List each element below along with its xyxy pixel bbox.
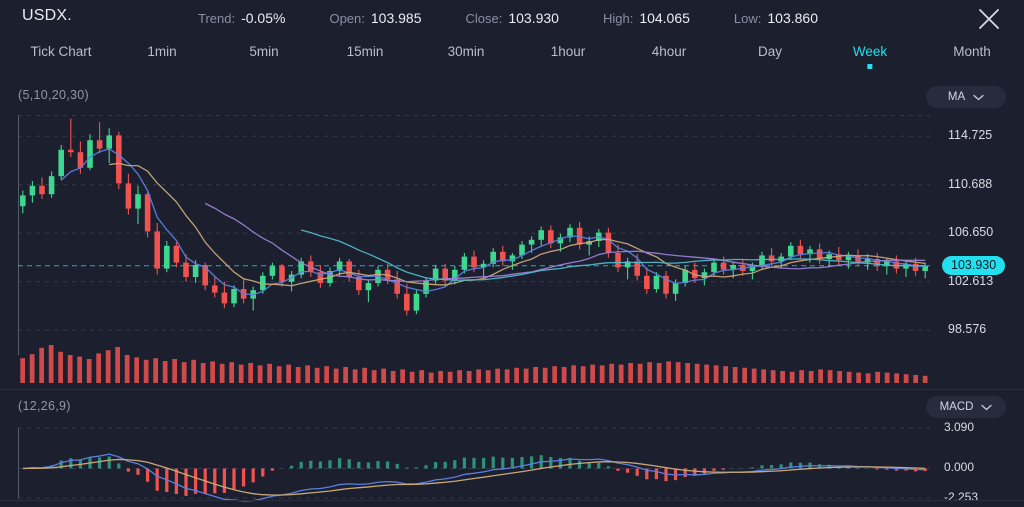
macd-indicator-button[interactable]: MACD [926, 396, 1006, 418]
tab-5min[interactable]: 5min [249, 44, 278, 59]
tab-label: 30min [448, 44, 485, 59]
ma-legend: (5,10,20,30) [18, 88, 89, 102]
bottom-divider [0, 500, 1024, 501]
quote-close-value: 103.930 [508, 10, 559, 26]
tab-week[interactable]: Week [853, 44, 887, 59]
quote-trend: Trend: -0.05% [198, 10, 285, 26]
quote-low-value: 103.860 [767, 10, 818, 26]
quote-open: Open: 103.985 [329, 10, 421, 26]
quote-low: Low: 103.860 [734, 10, 818, 26]
tab-month[interactable]: Month [953, 44, 991, 59]
tab-4hour[interactable]: 4hour [652, 44, 687, 59]
price-chart[interactable] [18, 115, 930, 355]
tab-day[interactable]: Day [758, 44, 782, 59]
chart-window: USDX. Trend: -0.05% Open: 103.985 Close:… [0, 0, 1024, 507]
candlestick-canvas [18, 115, 930, 355]
tab-active-indicator [867, 64, 872, 69]
ma-indicator-button[interactable]: MA [926, 86, 1006, 108]
panel-divider [0, 389, 1024, 390]
quote-trend-value: -0.05% [241, 10, 285, 26]
tab-label: Day [758, 44, 782, 59]
chevron-down-icon [973, 88, 984, 106]
macd-legend: (12,26,9) [18, 399, 71, 413]
tab-label: Tick Chart [30, 44, 91, 59]
tab-label: 1min [147, 44, 176, 59]
volume-canvas [18, 345, 930, 383]
quote-high: High: 104.065 [603, 10, 690, 26]
macd-canvas [18, 428, 930, 498]
quote-summary: Trend: -0.05% Open: 103.985 Close: 103.9… [198, 10, 818, 26]
tab-label: 4hour [652, 44, 687, 59]
header-bar: USDX. Trend: -0.05% Open: 103.985 Close:… [0, 0, 1024, 38]
price-tick-label: 110.688 [948, 177, 992, 191]
tab-15min[interactable]: 15min [347, 44, 384, 59]
timeframe-tabs: Tick Chart 1min 5min 15min 30min 1hour 4hour Da… [0, 44, 1024, 80]
tab-label: Month [953, 44, 991, 59]
tab-label: 1hour [551, 44, 586, 59]
price-tick-label: 114.725 [948, 128, 992, 142]
macd-tick-label: -2.253 [944, 490, 978, 504]
quote-high-value: 104.065 [639, 10, 690, 26]
chevron-down-icon [981, 398, 992, 416]
price-tick-label: 106.650 [948, 225, 993, 239]
quote-low-label: Low: [734, 11, 761, 26]
tab-tick-chart[interactable]: Tick Chart [30, 44, 91, 59]
symbol-label: USDX. [22, 7, 72, 25]
quote-close: Close: 103.930 [465, 10, 558, 26]
ma-indicator-label: MA [948, 91, 965, 103]
macd-chart[interactable] [18, 428, 930, 498]
price-tick-label: 98.576 [948, 322, 986, 336]
price-tick-label: 102.613 [948, 274, 993, 288]
quote-open-value: 103.985 [371, 10, 422, 26]
quote-trend-label: Trend: [198, 11, 235, 26]
tab-label: 5min [249, 44, 278, 59]
tab-label: 15min [347, 44, 384, 59]
macd-tick-label: 3.090 [944, 420, 974, 434]
tab-label: Week [853, 44, 887, 59]
current-price-badge: 103.930 [942, 256, 1005, 275]
tab-30min[interactable]: 30min [448, 44, 485, 59]
quote-high-label: High: [603, 11, 633, 26]
macd-tick-label: 0.000 [944, 460, 974, 474]
close-icon[interactable] [976, 6, 1002, 32]
quote-open-label: Open: [329, 11, 364, 26]
tab-1min[interactable]: 1min [147, 44, 176, 59]
quote-close-label: Close: [465, 11, 502, 26]
macd-indicator-label: MACD [940, 401, 974, 413]
volume-chart [18, 345, 930, 383]
tab-1hour[interactable]: 1hour [551, 44, 586, 59]
